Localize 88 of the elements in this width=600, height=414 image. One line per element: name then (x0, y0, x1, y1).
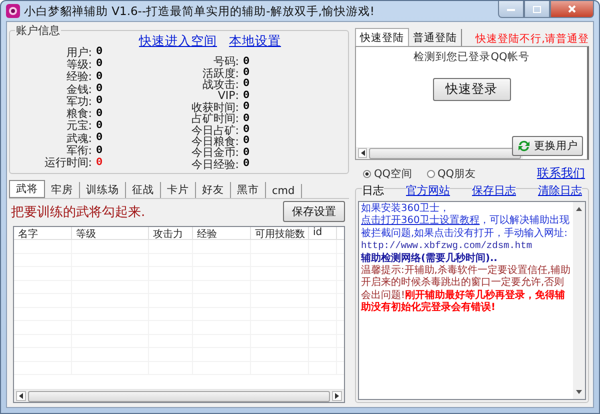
stat-label: 活跃度: (201, 66, 239, 80)
stat-label: 今日金币: (190, 146, 239, 160)
minimize-icon (507, 8, 515, 10)
status-message: 检测到您已登录QQ帐号 (414, 50, 530, 64)
notice-text: 快速登陆不行,请普通登 (476, 32, 589, 46)
stat-value: 0 (243, 146, 250, 159)
link[interactable]: 清除日志 (538, 183, 582, 198)
close-button[interactable] (550, 1, 594, 18)
close-icon (568, 5, 576, 13)
stat-value: 0 (96, 156, 103, 169)
stat-label: 战攻击: (201, 78, 239, 91)
stat-label: 元宝: (65, 119, 92, 133)
switch-user-button[interactable]: 更换用户 (512, 136, 583, 156)
group-title: 日志 (362, 183, 384, 198)
stat-value: 0 (243, 112, 250, 125)
stat-label: VIP: (218, 89, 239, 102)
maximize-button[interactable] (524, 1, 550, 18)
link[interactable]: 快速进入空间 (139, 33, 217, 50)
vertical-scrollbar[interactable] (573, 202, 585, 399)
tab[interactable]: 快速登陆 (355, 28, 409, 46)
down-arrow-icon (576, 390, 582, 394)
link[interactable]: 本地设置 (229, 33, 281, 50)
column-header[interactable]: id (309, 227, 337, 239)
right-arrow-icon (335, 393, 339, 399)
stat-label: 用户: (65, 44, 92, 59)
stat-value: 0 (96, 144, 103, 157)
group-title: 账户信息 (15, 23, 61, 38)
stat-value: 0 (243, 135, 250, 148)
stat-value: 0 (96, 83, 103, 96)
left-arrow-icon (19, 393, 23, 399)
window-title: 小白梦貂禅辅助 V1.6--打造最简单实用的辅助-解放双手,愉快游戏! (24, 4, 375, 18)
stat-value: 0 (96, 120, 103, 132)
radio-button[interactable] (426, 170, 435, 178)
stat-label: 占矿时间: (190, 112, 239, 126)
stat-value: 0 (243, 78, 250, 90)
stat-value: 0 (243, 101, 250, 114)
save-button[interactable]: 保存设置 (283, 201, 345, 222)
stat-label: 运行时间: (43, 156, 92, 170)
stat-value: 0 (96, 46, 103, 58)
log-message: 辅助检测网络(需要几秒时间).. (361, 252, 498, 264)
column-header[interactable]: 攻击力 (149, 227, 193, 239)
stat-label: 武魂: (65, 130, 92, 145)
stat-label: 粮食: (65, 106, 92, 120)
stat-label: 军功: (65, 94, 92, 108)
link[interactable]: 点击打开360卫士设置教程 (361, 215, 480, 226)
log-message: 温馨提示:开辅助,杀毒软件一定要设置信任,辅助开启来的时候杀毒跳出的窗口一定要允许,否则会出问题!刚开辅助最好等几秒再登录，免得辅助没有初始化完登录会有错误! (361, 265, 571, 315)
column-header[interactable]: 名字 (14, 227, 72, 239)
horizontal-scrollbar[interactable] (14, 389, 344, 402)
stat-label: 今日经验: (190, 158, 239, 172)
stat-value: 0 (243, 67, 250, 80)
stat-value: 0 (243, 56, 250, 68)
stat-label: 今日占矿: (190, 124, 239, 137)
link[interactable]: 官方网站 (406, 183, 450, 198)
hint-text: 把要训练的武将勾起来. (11, 204, 146, 220)
log-message: 如果安装360卫士， 点击打开360卫士设置教程，可以解决辅助出现被拦截问题,如果点击没有打开，手动输入网址: (361, 203, 571, 240)
horizontal-scrollbar[interactable] (356, 147, 523, 159)
column-header[interactable]: 经验 (193, 227, 251, 239)
left-arrow-icon (360, 150, 364, 156)
radio-label: QQ空间 (374, 166, 413, 180)
stat-value: 0 (243, 158, 250, 170)
maximize-icon (533, 6, 541, 12)
stat-value: 0 (96, 58, 103, 70)
stat-label: 金钱: (65, 82, 92, 96)
stat-label: 号码: (213, 54, 239, 68)
column-header[interactable]: 可用技能数 (251, 227, 309, 239)
up-arrow-icon (576, 207, 582, 211)
app-icon (6, 4, 20, 18)
link[interactable]: 保存日志 (472, 183, 516, 198)
stat-label: 经验: (65, 70, 92, 84)
stat-value: 0 (96, 108, 103, 120)
stat-value: 0 (243, 90, 250, 102)
tab[interactable]: 武将 (9, 180, 45, 198)
stat-value: 0 (96, 70, 103, 83)
quick-login-button[interactable]: 快速登录 (432, 78, 510, 101)
stat-label: 今日粮食: (190, 134, 239, 148)
radio-label: QQ朋友 (438, 166, 476, 180)
stat-value: 0 (96, 132, 103, 144)
minimize-button[interactable] (498, 1, 524, 18)
stat-label: 收获时间: (190, 100, 239, 114)
stat-value: 0 (243, 124, 250, 136)
stat-label: 军衔: (66, 144, 92, 158)
column-header[interactable]: 等级 (72, 227, 149, 239)
log-message: http://www.xbfzwg.com/zdsm.htm (361, 240, 534, 252)
contact-link[interactable]: 联系我们 (537, 165, 585, 182)
stat-label: 等级: (65, 58, 92, 71)
radio-button[interactable] (363, 170, 371, 178)
stat-value: 0 (96, 95, 103, 108)
refresh-icon (517, 139, 531, 153)
